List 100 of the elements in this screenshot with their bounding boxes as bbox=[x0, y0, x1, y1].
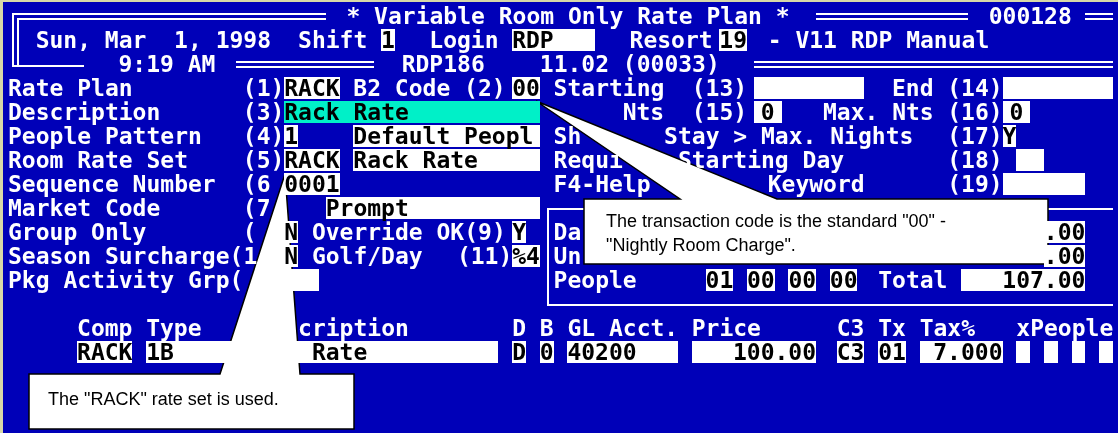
input-field[interactable]: 01 bbox=[878, 341, 906, 363]
input-field[interactable]: Rate bbox=[311, 341, 499, 363]
input-field[interactable]: 00 bbox=[512, 77, 540, 99]
column-header: C3 bbox=[836, 317, 865, 339]
field-label: Keyword bbox=[767, 173, 865, 195]
double-rule bbox=[1085, 12, 1113, 20]
input-field[interactable]: 0001 bbox=[284, 173, 340, 195]
input-field[interactable]: 19 bbox=[719, 29, 747, 51]
field-label: (11) bbox=[456, 245, 513, 267]
header-text: 9:19 AM bbox=[118, 53, 216, 75]
input-field[interactable]: Rack Rate bbox=[353, 149, 540, 171]
input-field[interactable]: Rack Rate bbox=[284, 101, 540, 123]
field-label: Un bbox=[553, 245, 582, 267]
column-header: Tax% bbox=[919, 317, 975, 339]
field-label: (3) bbox=[242, 101, 285, 123]
field-label: People bbox=[553, 269, 637, 291]
field-label: Sh bbox=[553, 125, 582, 147]
field-label: B2 Code (2) bbox=[353, 77, 506, 99]
column-header: Tx bbox=[878, 317, 906, 339]
field-label: Nts bbox=[622, 101, 665, 123]
column-header: B bbox=[539, 317, 554, 339]
header-text: - V11 RDP Manual bbox=[767, 29, 989, 51]
input-field[interactable] bbox=[753, 77, 865, 99]
column-header: Type bbox=[146, 317, 202, 339]
field-label: Da bbox=[553, 221, 582, 243]
input-field[interactable] bbox=[1071, 341, 1086, 363]
field-label: (13) bbox=[691, 77, 747, 99]
header-text: RDP186 bbox=[401, 53, 485, 75]
field-label: (15) bbox=[691, 101, 747, 123]
input-field[interactable]: 1B bbox=[146, 341, 312, 363]
callout-text: The transaction code is the standard "00" - "Nightly Room Charge". bbox=[606, 210, 946, 257]
header-text: 000128 bbox=[988, 5, 1072, 27]
header-text: Sun, Mar 1, 1998 bbox=[35, 29, 271, 51]
field-label: (7 bbox=[242, 197, 271, 219]
field-label: Pkg Activity Grp( bbox=[8, 269, 243, 291]
column-header: Comp bbox=[77, 317, 133, 339]
input-field[interactable]: 100.00 bbox=[691, 341, 817, 363]
input-field[interactable]: 00 bbox=[788, 269, 817, 291]
column-header: Price bbox=[691, 317, 761, 339]
column-header: xPeople bbox=[1016, 317, 1113, 339]
field-label: Market Code bbox=[8, 197, 160, 219]
field-label: People Pattern bbox=[8, 125, 202, 147]
input-field[interactable]: N bbox=[284, 221, 299, 243]
field-label: (6 bbox=[242, 173, 271, 195]
input-field[interactable] bbox=[1016, 149, 1044, 171]
input-field[interactable] bbox=[1043, 341, 1058, 363]
field-label: Override OK(9) bbox=[311, 221, 506, 243]
input-field[interactable] bbox=[291, 269, 319, 291]
input-field[interactable]: Default Peopl bbox=[353, 125, 540, 147]
field-label: (17) bbox=[947, 125, 1003, 147]
field-label: (19) bbox=[947, 173, 1003, 195]
input-field[interactable]: RDP bbox=[512, 29, 596, 51]
field-label: (14) bbox=[947, 77, 1003, 99]
field-label: F4-Help bbox=[553, 173, 651, 195]
input-field[interactable]: C3 bbox=[836, 341, 865, 363]
screen-title: * Variable Room Only Rate Plan * bbox=[346, 5, 789, 27]
input-field[interactable]: RACK bbox=[77, 341, 133, 363]
input-field[interactable]: 01 bbox=[705, 269, 734, 291]
field-label: Season Surcharge(1 bbox=[8, 245, 257, 267]
input-field[interactable] bbox=[1002, 173, 1086, 195]
input-field[interactable]: N bbox=[284, 245, 299, 267]
callout-text: The "RACK" rate set is used. bbox=[48, 388, 279, 410]
input-field[interactable]: 0 bbox=[539, 341, 554, 363]
field-label: Room Rate Set bbox=[8, 149, 188, 171]
field-label: Golf/Day bbox=[311, 245, 423, 267]
input-field[interactable]: 00 bbox=[829, 269, 858, 291]
field-label: Login bbox=[429, 29, 499, 51]
input-field[interactable]: RACK bbox=[284, 149, 340, 171]
input-field[interactable]: 40200 bbox=[567, 341, 678, 363]
input-field[interactable]: %4 bbox=[512, 245, 540, 267]
header-text: 11.02 (00033) bbox=[539, 53, 720, 75]
input-field[interactable]: 1 bbox=[284, 125, 299, 147]
column-header: cription bbox=[298, 317, 409, 339]
field-label: Total bbox=[878, 269, 948, 291]
field-label: Group Only bbox=[8, 221, 147, 243]
frame-border bbox=[12, 13, 84, 67]
input-field[interactable]: 1 bbox=[380, 29, 395, 51]
field-label: Stay > Max. Nights bbox=[664, 125, 913, 147]
input-field[interactable] bbox=[1016, 341, 1031, 363]
field-label: (5) bbox=[242, 149, 285, 171]
input-field[interactable] bbox=[1099, 341, 1113, 363]
input-field[interactable]: Y bbox=[512, 221, 526, 243]
input-field[interactable]: 0 bbox=[753, 101, 782, 123]
field-label: (16) bbox=[947, 101, 1003, 123]
field-label: (18) bbox=[947, 149, 1003, 171]
input-field[interactable]: 7.000 bbox=[919, 341, 1003, 363]
field-label: End bbox=[892, 77, 934, 99]
input-field[interactable]: .00 bbox=[1043, 245, 1086, 267]
input-field[interactable]: Prompt bbox=[325, 197, 540, 219]
input-field[interactable]: 00 bbox=[746, 269, 775, 291]
input-field[interactable]: 107.00 bbox=[961, 269, 1086, 291]
input-field[interactable]: 0 bbox=[1002, 101, 1031, 123]
input-field[interactable]: RACK bbox=[284, 77, 340, 99]
field-label: Starting bbox=[553, 77, 665, 99]
field-label: ( bbox=[242, 221, 257, 243]
field-label: Rate Plan bbox=[8, 77, 133, 99]
input-field[interactable] bbox=[1002, 77, 1113, 99]
input-field[interactable]: D bbox=[512, 341, 526, 363]
column-header: GL Acct. bbox=[567, 317, 678, 339]
field-label: (4) bbox=[242, 125, 285, 147]
